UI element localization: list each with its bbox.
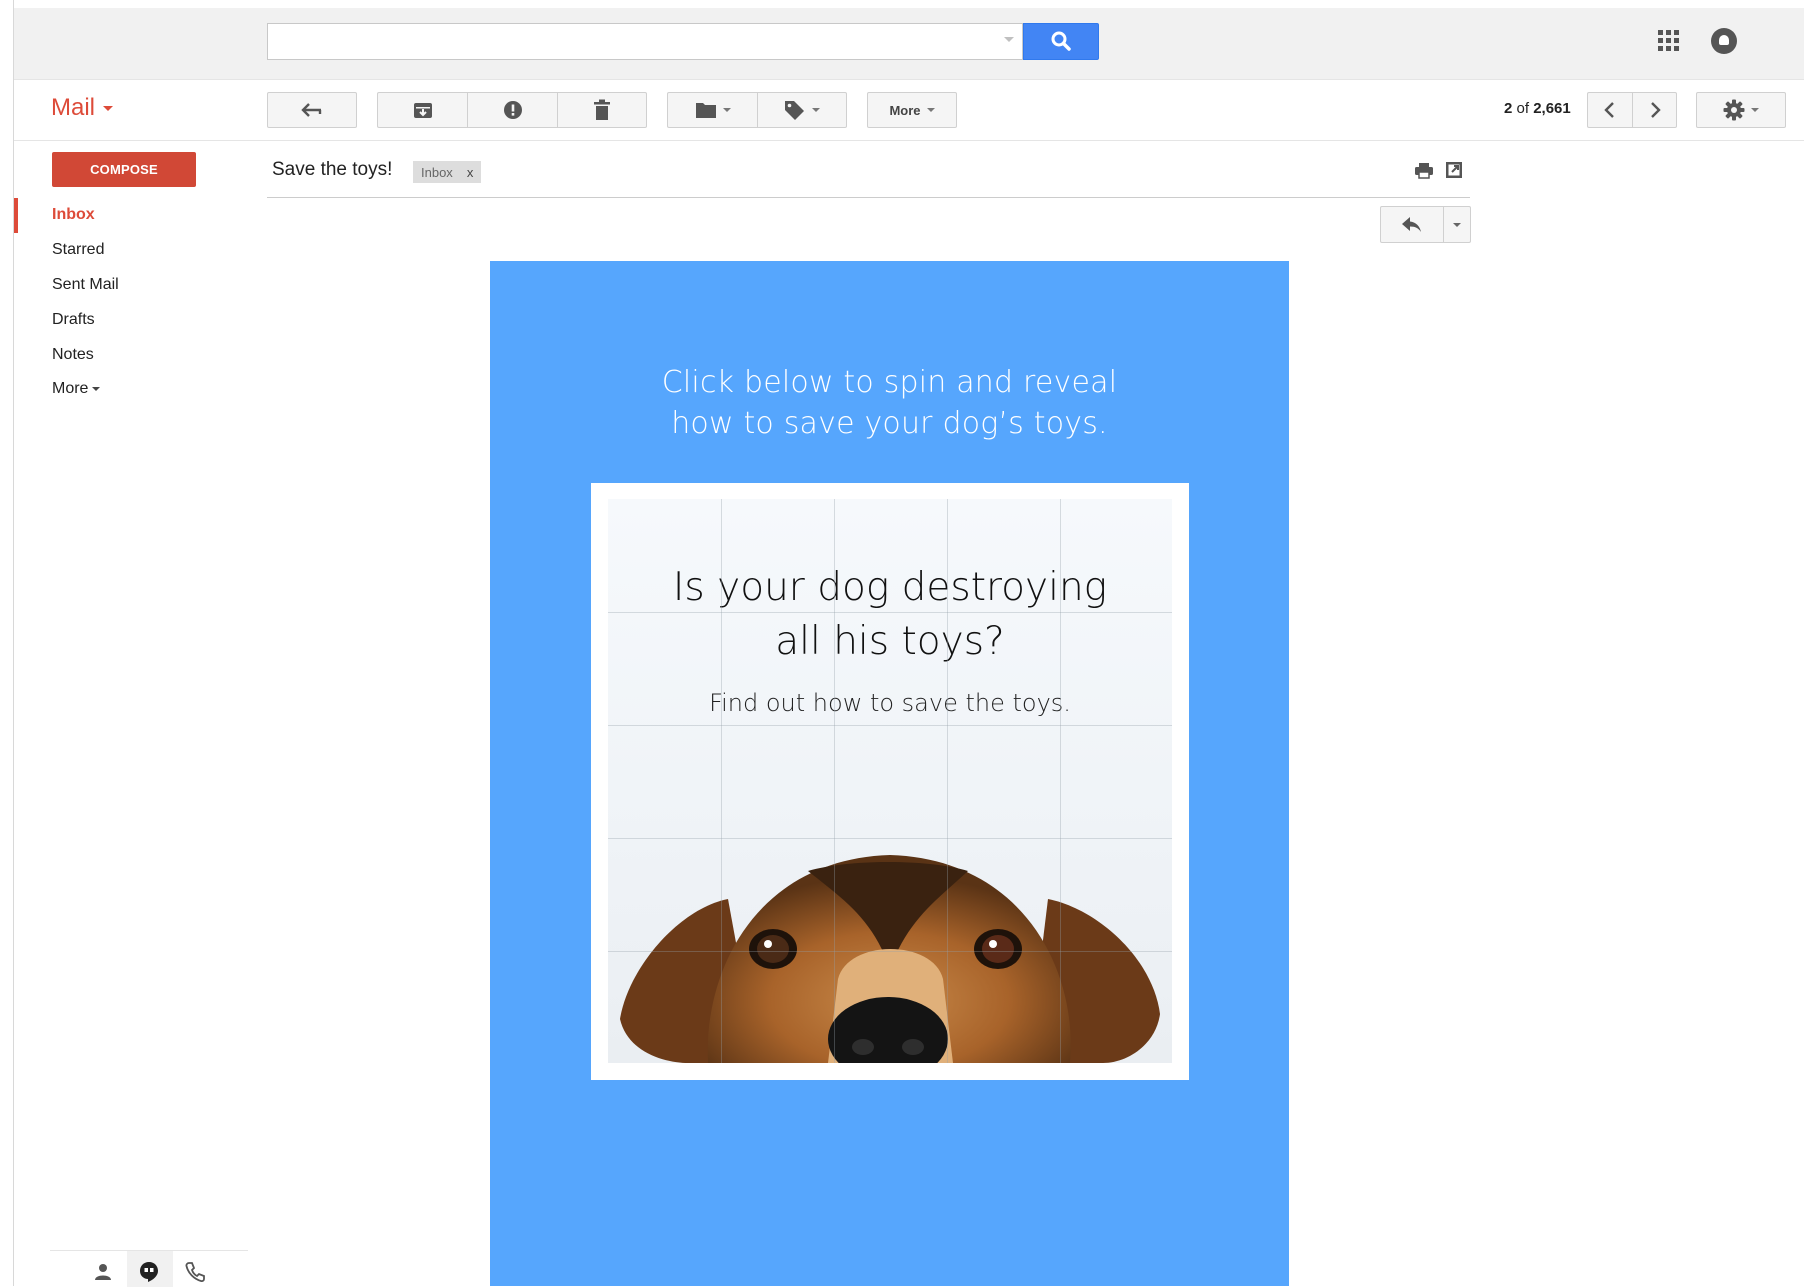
print-icon[interactable] (1414, 162, 1434, 180)
report-spam-button[interactable] (467, 92, 557, 128)
settings-button[interactable] (1696, 92, 1786, 128)
archive-icon (413, 103, 432, 118)
left-edge (0, 0, 14, 1286)
report-spam-icon (503, 101, 522, 119)
pagination-current: 2 (1504, 100, 1513, 117)
trash-icon (594, 99, 610, 120)
compose-button[interactable]: COMPOSE (52, 152, 196, 187)
folder-icon (695, 103, 716, 118)
sidebar-item-starred[interactable]: Starred (52, 241, 104, 259)
sidebar-bottom-tabs (50, 1250, 248, 1287)
reply-button-group (1380, 206, 1471, 243)
grid-line-vertical (947, 499, 948, 1063)
reply-icon[interactable] (1401, 216, 1423, 234)
back-button[interactable] (267, 92, 357, 128)
top-header (14, 8, 1804, 80)
move-to-button[interactable] (667, 92, 757, 128)
grid-line-horizontal (608, 838, 1172, 839)
label-chip-text: Inbox (421, 164, 453, 180)
intro-line-2: how to save your dog’s toys. (671, 406, 1108, 441)
mail-menu-caret-icon (103, 106, 114, 112)
grid-line-vertical (834, 499, 835, 1063)
sidebar-item-more[interactable]: More (52, 380, 101, 398)
labels-button[interactable] (757, 92, 847, 128)
remove-label-button[interactable]: x (467, 165, 474, 180)
chevron-right-icon (1650, 102, 1661, 118)
headline-line-1: Is your dog destroying (672, 565, 1108, 610)
spin-puzzle-frame[interactable]: Is your dog destroying all his toys? Fin… (591, 483, 1189, 1080)
more-actions-label: More (889, 102, 921, 118)
pagination-of: of (1516, 100, 1530, 117)
label-tag-icon (785, 101, 804, 120)
sidebar-item-sent-mail[interactable]: Sent Mail (52, 276, 119, 294)
labels-caret-icon (812, 108, 820, 112)
search-options-caret-icon[interactable] (1004, 37, 1014, 42)
phone-icon[interactable] (184, 1261, 206, 1283)
inbox-label-chip: Inbox x (413, 161, 482, 183)
search-icon (1051, 31, 1071, 51)
email-body-card: Click below to spin and reveal how to sa… (490, 261, 1289, 1286)
delete-button[interactable] (557, 92, 647, 128)
sidebar-item-notes[interactable]: Notes (52, 346, 94, 364)
grid-line-horizontal (608, 951, 1172, 952)
mail-menu-label: Mail (51, 94, 96, 121)
newer-button[interactable] (1587, 92, 1632, 128)
subject-divider (267, 197, 1470, 198)
move-to-caret-icon (722, 108, 731, 112)
intro-line-1: Click below to spin and reveal (661, 365, 1118, 400)
message-subject: Save the toys! (272, 159, 393, 180)
search-input[interactable] (267, 23, 1023, 60)
search-button[interactable] (1023, 23, 1099, 60)
apps-grid-icon[interactable] (1658, 30, 1680, 52)
new-window-icon[interactable] (1445, 161, 1463, 179)
top-edge (0, 0, 1804, 8)
headline-subline: Find out how to save the toys. (709, 689, 1071, 717)
notifications-icon[interactable] (1711, 28, 1737, 54)
grid-line-vertical (721, 499, 722, 1063)
pagination-total: 2,661 (1533, 100, 1571, 117)
gmail-window: Mail More 2 of 2,661 COMPOSE Inbox Starr… (0, 0, 1804, 1287)
older-button[interactable] (1632, 92, 1677, 128)
chevron-left-icon (1604, 102, 1614, 118)
pagination-count: 2 of 2,661 (1504, 100, 1571, 117)
more-actions-button[interactable]: More (867, 92, 957, 128)
mail-menu[interactable]: Mail (51, 94, 114, 122)
settings-caret-icon (1751, 108, 1759, 112)
archive-button[interactable] (377, 92, 467, 128)
sidebar-item-inbox[interactable]: Inbox (52, 206, 95, 224)
headline-line-2: all his toys? (775, 619, 1005, 664)
grid-line-horizontal (608, 612, 1172, 613)
reply-options-caret-icon[interactable] (1453, 223, 1461, 227)
action-toolbar: Mail More 2 of 2,661 (14, 80, 1804, 141)
person-icon[interactable] (92, 1261, 114, 1283)
hangouts-icon[interactable] (138, 1261, 160, 1283)
active-nav-indicator (14, 198, 18, 233)
more-actions-caret-icon (926, 108, 935, 112)
back-arrow-icon (301, 103, 322, 117)
grid-line-vertical (1060, 499, 1061, 1063)
dog-photo[interactable]: Is your dog destroying all his toys? Fin… (608, 499, 1172, 1063)
reply-group-separator (1443, 207, 1444, 242)
grid-line-horizontal (608, 725, 1172, 726)
sidebar-more-caret-icon (92, 386, 101, 391)
gear-icon (1723, 99, 1745, 121)
sidebar-more-label: More (52, 380, 89, 397)
sidebar-item-drafts[interactable]: Drafts (52, 311, 95, 329)
